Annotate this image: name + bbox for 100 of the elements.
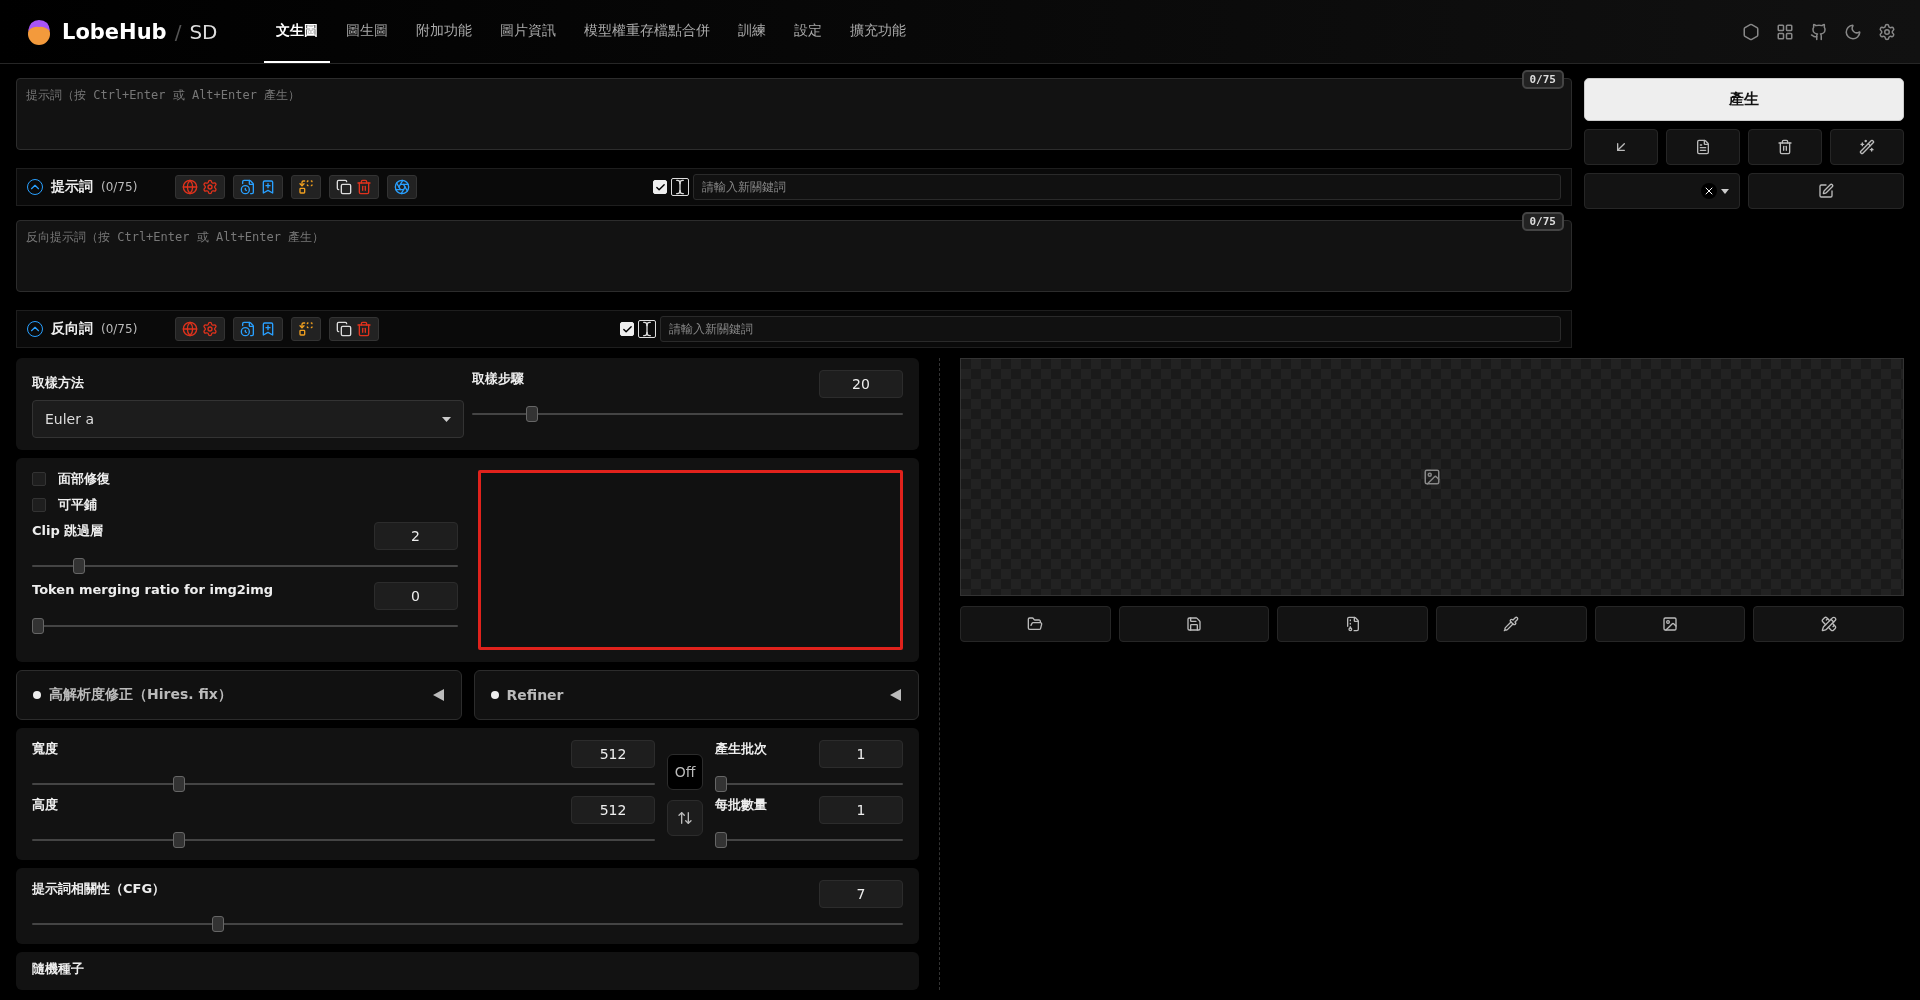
token-counter: 0/75 bbox=[1521, 212, 1564, 231]
nav-tab[interactable]: 擴充功能 bbox=[838, 0, 918, 63]
slider[interactable] bbox=[715, 832, 903, 848]
replace-icon[interactable] bbox=[298, 321, 315, 337]
hexagon-icon[interactable] bbox=[1742, 22, 1760, 41]
slider[interactable] bbox=[32, 618, 458, 634]
slider[interactable] bbox=[32, 916, 903, 932]
toggle-button[interactable]: Off bbox=[667, 754, 703, 790]
slider-label: Clip 跳過層 bbox=[32, 522, 104, 540]
image-button[interactable] bbox=[1594, 606, 1746, 642]
nav-tab[interactable]: 附加功能 bbox=[404, 0, 484, 63]
toolbar-title: 反向詞 bbox=[51, 320, 93, 338]
copy-icon[interactable] bbox=[336, 179, 353, 195]
product-name: SD bbox=[189, 19, 218, 44]
pipette-icon bbox=[1503, 616, 1520, 632]
nav-tab[interactable]: 模型權重存檔點合併 bbox=[572, 0, 722, 63]
edit-button[interactable] bbox=[1748, 173, 1904, 209]
slider-label: 高度 bbox=[32, 796, 58, 814]
replace-icon[interactable] bbox=[298, 179, 315, 195]
archive-file-icon bbox=[1344, 616, 1361, 632]
checkbox-label: 可平鋪 bbox=[58, 496, 97, 514]
number-field[interactable]: 0 bbox=[373, 582, 458, 610]
slider-label: 提示詞相關性（CFG） bbox=[32, 880, 166, 898]
generate-button[interactable]: 產生 bbox=[1584, 78, 1904, 121]
pencil-ruler-button[interactable] bbox=[1753, 606, 1904, 642]
slider-label: Token merging ratio for img2img bbox=[32, 582, 274, 597]
checkbox-label: 面部修復 bbox=[58, 470, 110, 488]
number-field[interactable]: 7 bbox=[819, 880, 903, 908]
pencil-ruler-icon bbox=[1820, 616, 1837, 632]
field-label: 取樣方法 bbox=[32, 374, 85, 392]
delete-icon[interactable] bbox=[356, 321, 373, 337]
swap-arrows-icon bbox=[677, 810, 693, 826]
globe-icon[interactable] bbox=[182, 179, 199, 195]
brand-separator: / bbox=[174, 19, 182, 44]
slider[interactable] bbox=[715, 776, 903, 792]
logo-text: LobeHub bbox=[62, 19, 167, 44]
settings-icon[interactable] bbox=[1878, 22, 1896, 41]
number-field[interactable]: 512 bbox=[571, 796, 655, 824]
keyword-field[interactable]: 請輸入新關鍵詞 bbox=[693, 174, 1561, 200]
nav-tab[interactable]: 圖生圖 bbox=[334, 0, 400, 63]
history-icon[interactable] bbox=[240, 179, 257, 195]
image-icon bbox=[1662, 616, 1678, 632]
copy-icon[interactable] bbox=[336, 321, 353, 337]
triangle-icon bbox=[432, 689, 445, 701]
number-field[interactable]: 1 bbox=[819, 740, 903, 768]
slider[interactable] bbox=[32, 832, 655, 848]
slider[interactable] bbox=[32, 776, 655, 792]
nav-tab[interactable]: 文生圖 bbox=[264, 0, 330, 63]
text-cursor-icon[interactable] bbox=[638, 320, 656, 338]
save-button[interactable] bbox=[1118, 606, 1270, 642]
nav-tab[interactable]: 訓練 bbox=[726, 0, 778, 63]
slider[interactable] bbox=[471, 406, 903, 422]
sampler-dropdown[interactable]: Euler a bbox=[32, 400, 464, 438]
document-icon bbox=[1695, 139, 1711, 155]
save-icon bbox=[1186, 616, 1202, 632]
token-counter: 0/75 bbox=[1521, 70, 1564, 89]
grid-icon[interactable] bbox=[1776, 22, 1794, 41]
number-field[interactable]: 20 bbox=[819, 370, 903, 398]
edit-icon bbox=[1818, 183, 1834, 199]
delete-button[interactable] bbox=[1748, 129, 1822, 165]
magic-wand-icon bbox=[1859, 139, 1875, 155]
github-icon[interactable] bbox=[1810, 22, 1828, 41]
slider-label: 寬度 bbox=[32, 740, 58, 758]
triangle-icon bbox=[890, 689, 902, 701]
trash-icon bbox=[1777, 139, 1793, 155]
image-icon bbox=[1423, 468, 1441, 486]
magic-wand-button[interactable] bbox=[1830, 129, 1904, 165]
settings-icon[interactable] bbox=[202, 179, 219, 195]
slider-label: 取樣步驟 bbox=[471, 370, 524, 388]
checkbox[interactable] bbox=[32, 472, 46, 486]
number-field[interactable]: 1 bbox=[819, 796, 903, 824]
folder-icon bbox=[1027, 616, 1044, 632]
number-field[interactable]: 2 bbox=[373, 522, 458, 550]
slider-label: 產生批次 bbox=[715, 740, 767, 758]
text-cursor-icon[interactable] bbox=[671, 178, 689, 196]
token-count: (0/75) bbox=[101, 180, 138, 194]
moon-icon[interactable] bbox=[1844, 22, 1862, 41]
slider-label: 每批數量 bbox=[715, 796, 767, 814]
token-count: (0/75) bbox=[101, 322, 138, 336]
document-button[interactable] bbox=[1666, 129, 1740, 165]
history-icon[interactable] bbox=[240, 321, 257, 337]
number-field[interactable]: 512 bbox=[571, 740, 655, 768]
nav-tab[interactable]: 設定 bbox=[782, 0, 834, 63]
globe-icon[interactable] bbox=[182, 321, 199, 337]
accordion-header[interactable]: 高解析度修正（Hires. fix） bbox=[16, 670, 462, 720]
field-label: 隨機種子 bbox=[32, 960, 85, 978]
caret-icon bbox=[1721, 188, 1729, 194]
delete-icon[interactable] bbox=[356, 179, 373, 195]
checkbox[interactable] bbox=[32, 498, 46, 512]
dot-icon bbox=[33, 691, 41, 699]
settings-icon[interactable] bbox=[202, 321, 219, 337]
clear-icon[interactable] bbox=[1701, 183, 1717, 199]
swap-dimensions-button[interactable] bbox=[667, 800, 703, 836]
accordion-header[interactable]: Refiner bbox=[473, 670, 919, 720]
keyword-field[interactable]: 請輸入新關鍵詞 bbox=[660, 316, 1561, 342]
toolbar-title: 提示詞 bbox=[51, 178, 93, 196]
dot-icon bbox=[490, 691, 499, 699]
slider[interactable] bbox=[32, 558, 458, 574]
nav-tab[interactable]: 圖片資訊 bbox=[488, 0, 568, 63]
aperture-icon[interactable] bbox=[394, 179, 411, 195]
